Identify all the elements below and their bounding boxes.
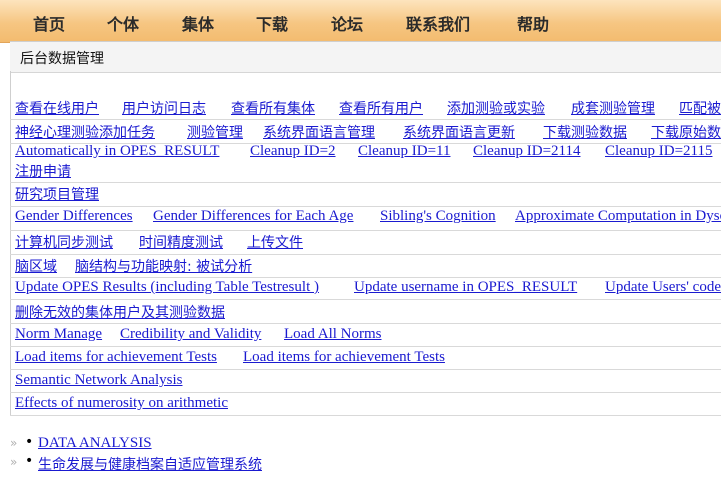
link-update-users-code[interactable]: Update Users' code bbox=[605, 279, 721, 296]
link-update-opes[interactable]: Update OPES Results (including Table Tes… bbox=[15, 279, 319, 296]
list-item: » • 生命发展与健康档案自适应管理系统 bbox=[0, 453, 400, 473]
nav-home[interactable]: 首页 bbox=[33, 11, 65, 35]
list-item: » • DATA ANALYSIS bbox=[0, 434, 400, 454]
admin-row-achievement: Load items for achievement Tests Load it… bbox=[10, 346, 721, 370]
link-all-users[interactable]: 查看所有用户 bbox=[339, 98, 423, 118]
section-header: 后台数据管理 bbox=[10, 41, 721, 73]
section-title: 后台数据管理 bbox=[20, 51, 104, 67]
link-battery-manage[interactable]: 成套测验管理 bbox=[571, 98, 655, 118]
link-cleanup-11[interactable]: Cleanup ID=11 bbox=[358, 143, 450, 160]
link-cleanup-2[interactable]: Cleanup ID=2 bbox=[250, 143, 336, 160]
link-delete-invalid[interactable]: 删除无效的集体用户及其测验数据 bbox=[15, 302, 225, 322]
link-research-projects[interactable]: 研究项目管理 bbox=[15, 184, 99, 204]
link-registration[interactable]: 注册申请 bbox=[15, 161, 71, 181]
nav-contact[interactable]: 联系我们 bbox=[406, 11, 470, 35]
admin-row-projects: 研究项目管理 bbox=[10, 182, 721, 207]
nav-group[interactable]: 集体 bbox=[182, 11, 214, 35]
chevron-right-icon: » bbox=[10, 436, 18, 450]
link-gender-diff[interactable]: Gender Differences bbox=[15, 208, 133, 225]
link-lang-manage[interactable]: 系统界面语言管理 bbox=[263, 122, 375, 142]
link-update-username[interactable]: Update username in OPES_RESULT bbox=[354, 279, 577, 296]
nav-forum[interactable]: 论坛 bbox=[331, 11, 363, 35]
admin-row-registration: 注册申请 bbox=[10, 160, 721, 183]
link-computer-sync[interactable]: 计算机同步测试 bbox=[15, 232, 113, 252]
admin-row-updates: Update OPES Results (including Table Tes… bbox=[10, 277, 721, 300]
link-match-subjects[interactable]: 匹配被试 bbox=[679, 98, 721, 118]
admin-row-users: 查看在线用户 用户访问日志 查看所有集体 查看所有用户 添加测验或实验 成套测验… bbox=[10, 94, 721, 120]
bullet-icon: • bbox=[25, 453, 34, 469]
link-download-raw-data[interactable]: 下载原始数据 bbox=[651, 122, 721, 142]
link-auto-opes[interactable]: Automatically in OPES_RESULT bbox=[15, 143, 219, 160]
link-approx-computation[interactable]: Approximate Computation in Dyscalculia bbox=[515, 208, 721, 225]
link-life-health-system[interactable]: 生命发展与健康档案自适应管理系统 bbox=[38, 454, 262, 474]
admin-row-norms: Norm Manage Credibility and Validity Loa… bbox=[10, 323, 721, 347]
nav-help[interactable]: 帮助 bbox=[517, 11, 549, 35]
admin-row-delete: 删除无效的集体用户及其测验数据 bbox=[10, 299, 721, 324]
link-brain-regions[interactable]: 脑区域 bbox=[15, 256, 57, 276]
top-nav: 首页 个体 集体 下载 论坛 联系我们 帮助 bbox=[0, 0, 721, 43]
link-upload-file[interactable]: 上传文件 bbox=[247, 232, 303, 252]
link-cleanup-2114[interactable]: Cleanup ID=2114 bbox=[473, 143, 580, 160]
link-data-analysis[interactable]: DATA ANALYSIS bbox=[38, 435, 152, 452]
link-neuro-task[interactable]: 神经心理测验添加任务 bbox=[15, 122, 155, 142]
nav-download[interactable]: 下载 bbox=[256, 11, 288, 35]
bullet-icon: • bbox=[25, 434, 34, 450]
link-credibility-validity[interactable]: Credibility and Validity bbox=[120, 326, 261, 343]
link-download-test-data[interactable]: 下载测验数据 bbox=[543, 122, 627, 142]
link-brain-mapping[interactable]: 脑结构与功能映射: 被试分析 bbox=[75, 256, 252, 276]
link-lang-update[interactable]: 系统界面语言更新 bbox=[403, 122, 515, 142]
link-load-norms[interactable]: Load All Norms bbox=[284, 326, 382, 343]
admin-row-cleanup: Automatically in OPES_RESULT Cleanup ID=… bbox=[10, 143, 721, 160]
link-test-manage[interactable]: 测验管理 bbox=[187, 122, 243, 142]
link-add-test[interactable]: 添加测验或实验 bbox=[447, 98, 545, 118]
link-sibling-cognition[interactable]: Sibling's Cognition bbox=[380, 208, 496, 225]
link-cleanup-2115[interactable]: Cleanup ID=2115 bbox=[605, 143, 712, 160]
link-load-items-1[interactable]: Load items for achievement Tests bbox=[15, 349, 217, 366]
admin-row-sync: 计算机同步测试 时间精度测试 上传文件 bbox=[10, 230, 721, 255]
admin-row-semantic: Semantic Network Analysis bbox=[10, 369, 721, 393]
admin-row-brain: 脑区域 脑结构与功能映射: 被试分析 bbox=[10, 254, 721, 278]
nav-individual[interactable]: 个体 bbox=[107, 11, 139, 35]
link-numerosity[interactable]: Effects of numerosity on arithmetic bbox=[15, 395, 228, 412]
admin-row-analyses: Gender Differences Gender Differences fo… bbox=[10, 206, 721, 231]
link-norm-manage[interactable]: Norm Manage bbox=[15, 326, 102, 343]
link-load-items-2[interactable]: Load items for achievement Tests bbox=[243, 349, 445, 366]
link-timing-test[interactable]: 时间精度测试 bbox=[139, 232, 223, 252]
link-all-groups[interactable]: 查看所有集体 bbox=[231, 98, 315, 118]
link-online-users[interactable]: 查看在线用户 bbox=[15, 98, 99, 118]
link-access-log[interactable]: 用户访问日志 bbox=[122, 98, 206, 118]
chevron-right-icon: » bbox=[10, 455, 18, 469]
link-gender-diff-age[interactable]: Gender Differences for Each Age bbox=[153, 208, 353, 225]
admin-row-tests: 神经心理测验添加任务 测验管理 系统界面语言管理 系统界面语言更新 下载测验数据… bbox=[10, 119, 721, 144]
admin-row-numerosity: Effects of numerosity on arithmetic bbox=[10, 392, 721, 416]
link-semantic-network[interactable]: Semantic Network Analysis bbox=[15, 372, 182, 389]
